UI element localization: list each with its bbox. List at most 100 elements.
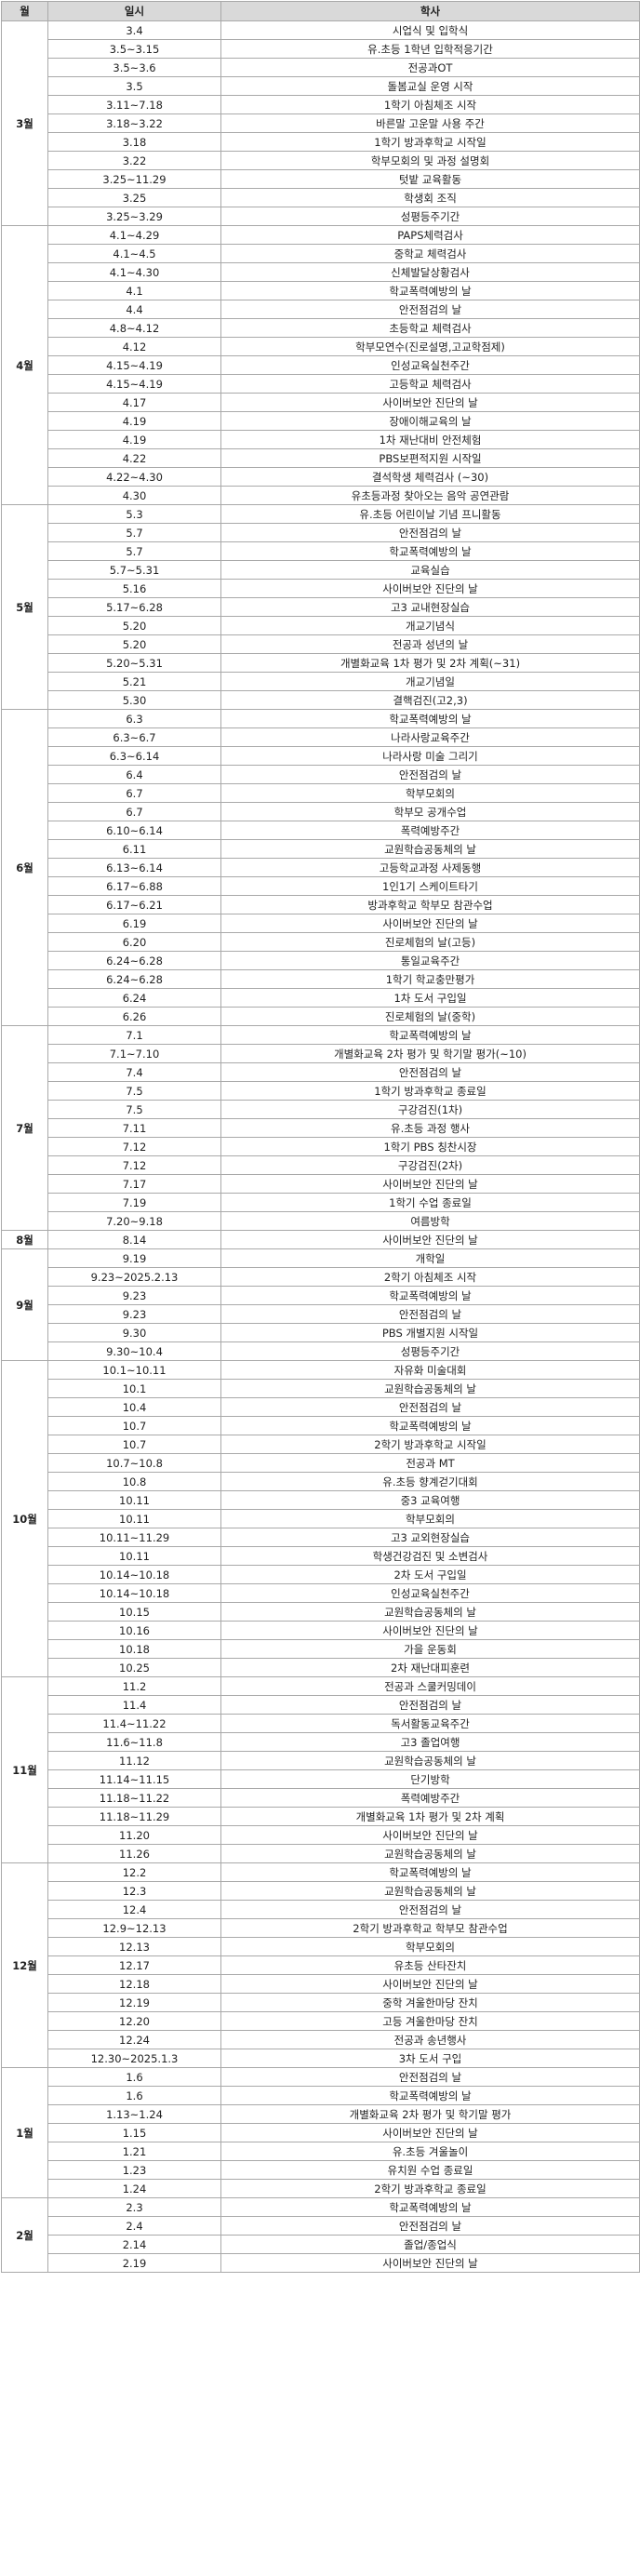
event-cell: 개교기념일 <box>220 672 640 691</box>
date-cell: 10.16 <box>47 1621 221 1640</box>
table-row: 1.21 유.초등 겨울놀이 <box>2 2142 640 2161</box>
event-cell: 진로체험의 날(중학) <box>220 1007 640 1026</box>
table-row: 4.15~4.19 고등학교 체력검사 <box>2 374 640 394</box>
date-cell: 12.9~12.13 <box>47 1918 221 1938</box>
date-cell: 12.24 <box>47 2030 221 2049</box>
table-row: 1.24 2학기 방과후학교 종료일 <box>2 2179 640 2198</box>
table-row: 6.26 진로체험의 날(중학) <box>2 1007 640 1026</box>
date-cell: 1.15 <box>47 2123 221 2142</box>
event-cell: 인성교육실천주간 <box>220 1583 640 1603</box>
date-cell: 9.23 <box>47 1304 221 1324</box>
date-cell: 1.13~1.24 <box>47 2104 221 2124</box>
event-cell: 학부모회의 및 과정 설명회 <box>220 151 640 170</box>
table-row: 10.7 2학기 방과후학교 시작일 <box>2 1435 640 1454</box>
date-cell: 9.23~2025.2.13 <box>47 1267 221 1287</box>
table-row: 6.4 안전점검의 날 <box>2 765 640 784</box>
event-cell: 성평등주기간 <box>220 1341 640 1361</box>
date-cell: 6.4 <box>47 765 221 784</box>
date-cell: 6.10~6.14 <box>47 821 221 840</box>
table-row: 9.30~10.4 성평등주기간 <box>2 1341 640 1361</box>
event-cell: 개교기념식 <box>220 616 640 635</box>
event-cell: 학부모 공개수업 <box>220 802 640 821</box>
date-cell: 3.25 <box>47 188 221 207</box>
event-cell: 사이버보안 진단의 날 <box>220 1621 640 1640</box>
table-row: 10.11 학부모회의 <box>2 1509 640 1528</box>
table-row: 12.18 사이버보안 진단의 날 <box>2 1974 640 1994</box>
event-cell: 유.초등 어린이날 기념 프니활동 <box>220 504 640 524</box>
date-cell: 4.1~4.29 <box>47 225 221 245</box>
table-row: 5.30 결핵검진(고2,3) <box>2 690 640 710</box>
table-row: 4.22~4.30 결석학생 체력검사 (~30) <box>2 467 640 487</box>
table-row: 4.15~4.19 인성교육실천주간 <box>2 355 640 375</box>
date-cell: 6.17~6.21 <box>47 895 221 914</box>
date-cell: 9.30 <box>47 1323 221 1342</box>
date-cell: 11.26 <box>47 1844 221 1863</box>
date-cell: 10.7 <box>47 1416 221 1435</box>
table-row: 12.3 교원학습공동체의 날 <box>2 1881 640 1901</box>
table-row: 5.20 전공과 성년의 날 <box>2 634 640 654</box>
month-cell: 9월 <box>1 1248 48 1361</box>
event-cell: 2차 도서 구입일 <box>220 1565 640 1584</box>
event-cell: 학부모연수(진로설명,고교학점제) <box>220 337 640 356</box>
event-cell: 학교폭력예방의 날 <box>220 1862 640 1882</box>
table-row: 4.19 1차 재난대비 안전체험 <box>2 430 640 449</box>
event-cell: 학교폭력예방의 날 <box>220 2197 640 2217</box>
date-cell: 3.4 <box>47 20 221 40</box>
date-cell: 10.1~10.11 <box>47 1360 221 1380</box>
date-cell: 6.7 <box>47 802 221 821</box>
date-cell: 3.5 <box>47 76 221 96</box>
date-cell: 4.1~4.30 <box>47 262 221 282</box>
table-row: 3.18~3.22 바른말 고운말 사용 주간 <box>2 113 640 133</box>
date-cell: 12.30~2025.1.3 <box>47 2049 221 2068</box>
month-cell: 2월 <box>1 2197 48 2273</box>
table-row: 12.24 전공과 송년행사 <box>2 2030 640 2049</box>
event-cell: 단기방학 <box>220 1769 640 1789</box>
table-row: 12.13 학부모회의 <box>2 1937 640 1956</box>
event-cell: 중학 겨울한마당 잔치 <box>220 1993 640 2012</box>
event-cell: 나라사랑교육주간 <box>220 727 640 747</box>
table-row: 6.17~6.88 1인1기 스케이트타기 <box>2 876 640 896</box>
date-cell: 9.19 <box>47 1248 221 1268</box>
table-row: 10월 10.1~10.11 자유화 미술대회 <box>1 1360 640 1677</box>
date-cell: 5.20 <box>47 634 221 654</box>
event-cell: 안전점검의 날 <box>220 765 640 784</box>
event-cell: 사이버보안 진단의 날 <box>220 1974 640 1994</box>
date-cell: 6.19 <box>47 914 221 933</box>
table-row: 4.4 안전점검의 날 <box>2 300 640 319</box>
date-cell: 3.25~3.29 <box>47 207 221 226</box>
table-row: 4.17 사이버보안 진단의 날 <box>2 393 640 412</box>
table-row: 3.25 학생회 조직 <box>2 188 640 207</box>
table-row: 4.19 장애이해교육의 날 <box>2 411 640 431</box>
date-cell: 4.17 <box>47 393 221 412</box>
date-cell: 7.19 <box>47 1193 221 1212</box>
table-row: 3.5 돌봄교실 운영 시작 <box>2 76 640 96</box>
table-row: 6.11 교원학습공동체의 날 <box>2 839 640 859</box>
table-row: 12.20 고등 겨울한마당 잔치 <box>2 2011 640 2031</box>
table-row: 10.15 교원학습공동체의 날 <box>2 1602 640 1622</box>
date-cell: 10.25 <box>47 1658 221 1677</box>
date-cell: 5.20~5.31 <box>47 653 221 673</box>
event-cell: 사이버보안 진단의 날 <box>220 1174 640 1194</box>
table-row: 10.16 사이버보안 진단의 날 <box>2 1621 640 1640</box>
event-cell: 교원학습공동체의 날 <box>220 839 640 859</box>
event-cell: 학부모회의 <box>220 783 640 803</box>
event-cell: 1학기 방과후학교 종료일 <box>220 1081 640 1101</box>
date-cell: 2.14 <box>47 2235 221 2254</box>
table-header-row: 월 일시 학사 <box>1 1 640 21</box>
event-cell: 2학기 방과후학교 시작일 <box>220 1435 640 1454</box>
table-row: 5.7~5.31 교육실습 <box>2 560 640 580</box>
event-cell: 2학기 방과후학교 학부모 참관수업 <box>220 1918 640 1938</box>
table-row: 7.4 안전점검의 날 <box>2 1062 640 1082</box>
date-cell: 3.22 <box>47 151 221 170</box>
table-row: 10.18 가을 운동회 <box>2 1639 640 1659</box>
table-row: 3.25~11.29 텃밭 교육활동 <box>2 169 640 189</box>
month-cell: 8월 <box>1 1230 48 1249</box>
table-row: 4.30 유초등과정 찾아오는 음악 공연관람 <box>2 486 640 505</box>
date-cell: 6.20 <box>47 932 221 952</box>
event-cell: PBS 개별지원 시작일 <box>220 1323 640 1342</box>
event-cell: 텃밭 교육활동 <box>220 169 640 189</box>
event-cell: 사이버보안 진단의 날 <box>220 1230 640 1249</box>
date-cell: 5.21 <box>47 672 221 691</box>
date-cell: 1.6 <box>47 2067 221 2087</box>
event-cell: 졸업/종업식 <box>220 2235 640 2254</box>
